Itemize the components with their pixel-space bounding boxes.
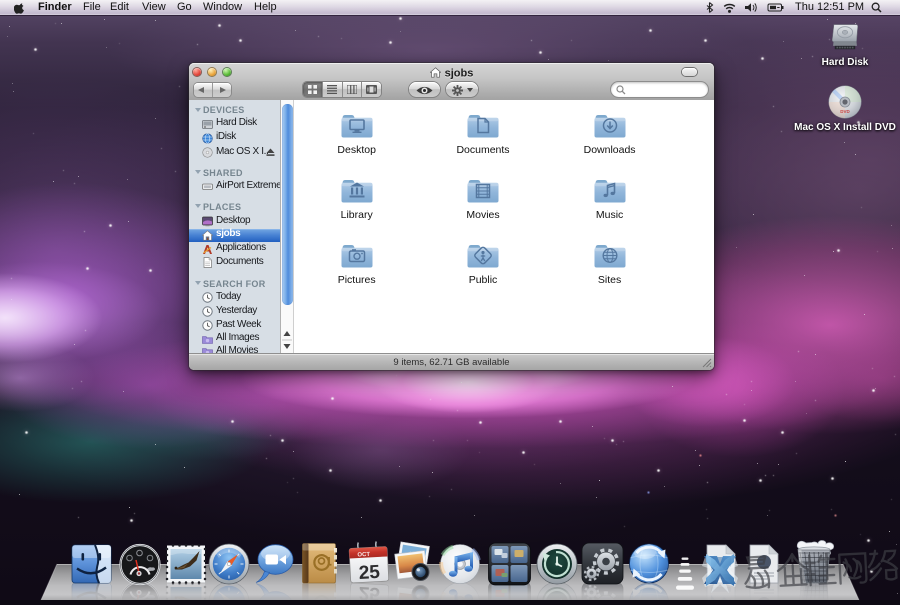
svg-text:25: 25 [358, 562, 381, 584]
svg-text:DVD: DVD [840, 109, 850, 114]
svg-text:OCT: OCT [357, 552, 370, 559]
